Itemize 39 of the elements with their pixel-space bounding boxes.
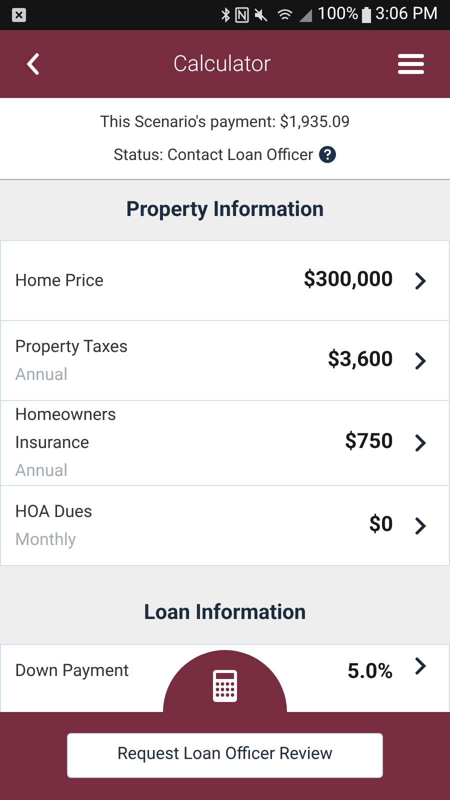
chevron-right-icon [415, 434, 427, 452]
chevron-right-icon [415, 272, 427, 290]
row-value: $3,600 [328, 346, 393, 374]
nfc-icon [235, 7, 250, 23]
battery-icon [362, 7, 372, 23]
list-row[interactable]: Property Taxes Annual $3,600 [0, 320, 450, 401]
clock: 3:06 PM [375, 3, 438, 26]
mute-icon [253, 7, 270, 23]
bluetooth-icon [221, 7, 232, 23]
row-label: Property Taxes [15, 336, 129, 358]
notification-icon [12, 8, 26, 22]
row-label: HOA Dues [15, 500, 94, 524]
signal-icon [297, 7, 314, 23]
chevron-right-icon [415, 657, 427, 675]
row-sublabel: Annual [15, 460, 69, 483]
list-row[interactable]: Homeowners Insurance Annual $750 [0, 400, 450, 486]
list-row[interactable]: Home Price $300,000 [0, 240, 450, 321]
payment-text: This Scenario's payment: $1,935.09 [100, 114, 350, 130]
section-heading: Loan Information [144, 600, 306, 627]
chevron-right-icon [415, 516, 427, 534]
menu-button[interactable] [398, 54, 424, 74]
help-icon[interactable] [319, 146, 336, 163]
section-heading: Property Information [126, 196, 324, 224]
row-label: Homeowners Insurance [15, 404, 118, 455]
row-value: $0 [368, 512, 393, 539]
row-sublabel: Annual [15, 364, 69, 386]
row-sublabel: Monthly [15, 528, 78, 552]
row-label: Home Price [15, 270, 104, 292]
calculator-icon [213, 670, 237, 702]
status-text: Status: Contact Loan Officer [114, 146, 314, 162]
battery-percent: 100% [317, 3, 358, 26]
window-title: Calculator [172, 50, 272, 78]
chevron-right-icon [415, 352, 427, 370]
row-label: Down Payment [15, 660, 130, 683]
row-value: 5.0% [347, 659, 393, 686]
row-value: $750 [344, 429, 393, 456]
row-value: $300,000 [303, 266, 393, 294]
list-row[interactable]: HOA Dues Monthly $0 [0, 485, 450, 566]
request-review-button[interactable]: Request Loan Officer Review [67, 732, 383, 778]
